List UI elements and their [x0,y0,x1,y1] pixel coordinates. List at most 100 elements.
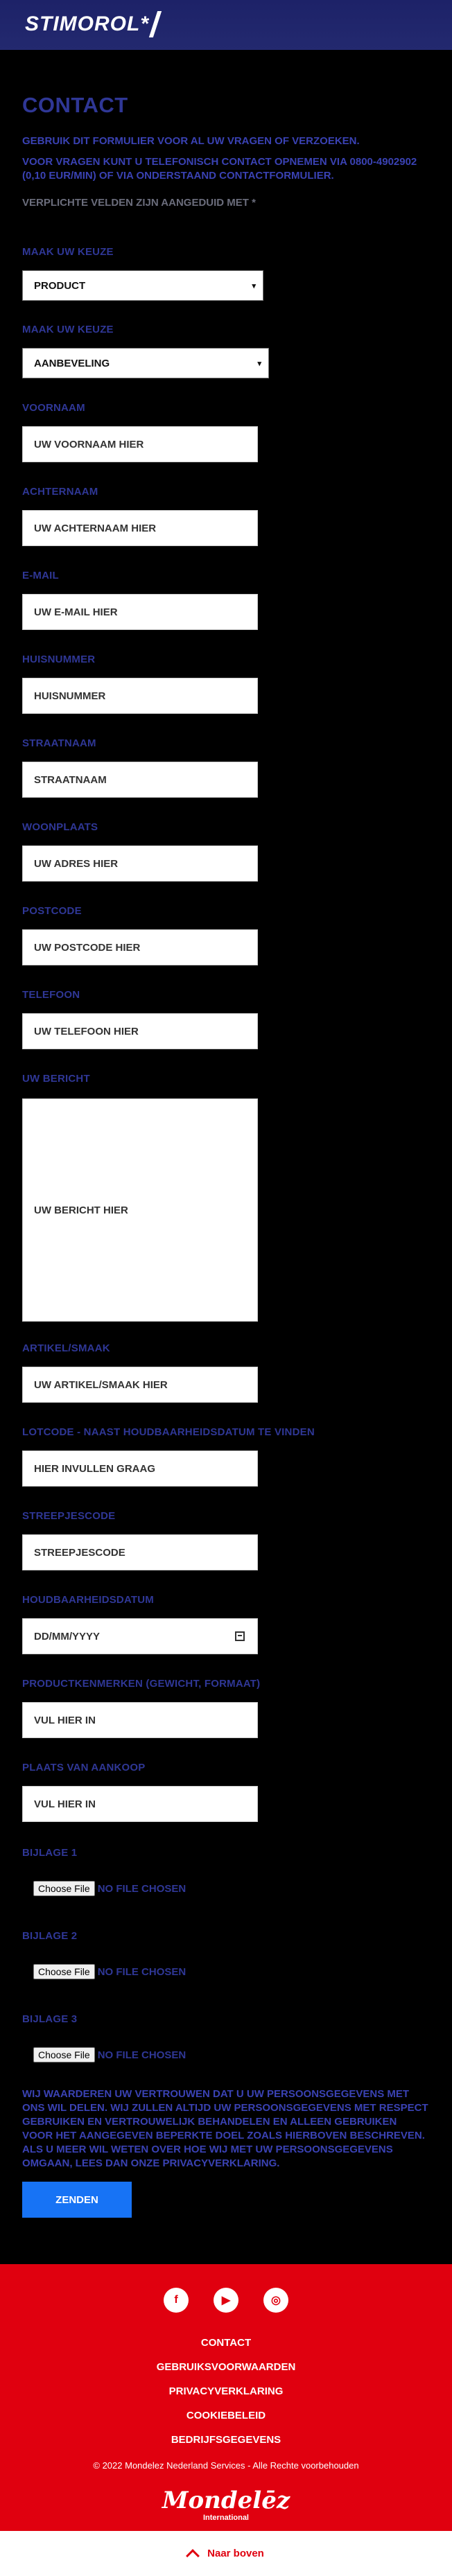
calendar-icon[interactable] [235,1631,245,1641]
select-value: PRODUCT [34,279,86,292]
site-footer: f ▶ ◎ CONTACT GEBRUIKSVOORWAARDEN PRIVAC… [0,2264,452,2531]
postcode-input[interactable]: UW POSTCODE HIER [22,929,258,965]
field-label: STREEPJESCODE [22,1510,116,1522]
bijlage2-field: BIJLAGE 2 Choose File NO FILE CHOSEN [22,1930,186,1979]
file-upload-row: Choose File NO FILE CHOSEN [22,2047,186,2062]
copyright-text: © 2022 Mondelez Nederland Services - All… [93,2460,359,2471]
choose-file-button[interactable]: Choose File [33,1881,95,1896]
streepjescode-input[interactable]: STREEPJESCODE [22,1534,258,1570]
field-label: PLAATS VAN AANKOOP [22,1762,146,1773]
field-label: TELEFOON [22,989,80,1001]
select-category-field: MAAK UW KEUZE PRODUCT ▾ [22,246,263,301]
phone-contact-text: VOOR VRAGEN KUNT U TELEFONISCH CONTACT O… [22,156,417,182]
choose-file-button[interactable]: Choose File [33,2047,95,2062]
email-input[interactable]: UW E-MAIL HIER [22,594,258,630]
voornaam-field: VOORNAAM UW VOORNAAM HIER [22,402,258,462]
productkenmerken-field: PRODUCTKENMERKEN (GEWICHT, FORMAAT) VUL … [22,1678,260,1738]
logo-slash-icon [148,11,162,37]
mondelez-logo: Mondelēz [162,2487,290,2514]
file-status: NO FILE CHOSEN [97,2049,186,2061]
footer-link-terms[interactable]: GEBRUIKSVOORWAARDEN [0,2355,452,2379]
field-label: E-MAIL [22,570,59,581]
field-label: PRODUCTKENMERKEN (GEWICHT, FORMAAT) [22,1678,261,1690]
field-label: LOTCODE - NAAST HOUDBAARHEIDSDATUM TE VI… [22,1426,315,1438]
field-label: MAAK UW KEUZE [22,246,114,258]
houdbaarheidsdatum-field: HOUDBAARHEIDSDATUM DD/MM/YYYY [22,1594,258,1654]
field-label: MAAK UW KEUZE [22,324,114,335]
footer-link-company[interactable]: BEDRIJFSGEGEVENS [0,2428,452,2452]
footer-link-cookies[interactable]: COOKIEBELEID [0,2403,452,2428]
lotcode-input[interactable]: HIER INVULLEN GRAAG [22,1451,258,1487]
field-label: HOUDBAARHEIDSDATUM [22,1594,154,1606]
instagram-icon[interactable]: ◎ [263,2288,288,2313]
page-content: CONTACT GEBRUIK DIT FORMULIER VOOR AL UW… [0,93,452,209]
achternaam-input[interactable]: UW ACHTERNAAM HIER [22,510,258,546]
select-value: AANBEVELING [34,357,110,369]
huisnummer-input[interactable]: HUISNUMMER [22,678,258,714]
field-label: VOORNAAM [22,402,85,414]
plaats-aankoop-field: PLAATS VAN AANKOOP VUL HIER IN [22,1762,258,1822]
youtube-icon[interactable]: ▶ [214,2288,238,2313]
streepjescode-field: STREEPJESCODE STREEPJESCODE [22,1510,258,1570]
bericht-textarea[interactable]: UW BERICHT HIER [22,1098,258,1322]
stimorol-logo[interactable]: STIMOROL * [25,8,162,40]
select-subcategory-field: MAAK UW KEUZE AANBEVELING ▾ [22,324,269,378]
telefoon-input[interactable]: UW TELEFOON HIER [22,1013,258,1049]
productkenmerken-input[interactable]: VUL HIER IN [22,1702,258,1738]
site-header: STIMOROL * [0,0,452,50]
file-upload-row: Choose File NO FILE CHOSEN [22,1964,186,1979]
footer-link-privacy[interactable]: PRIVACYVERKLARING [0,2379,452,2403]
field-label: STRAATNAAM [22,737,96,749]
page-title: CONTACT [22,93,128,117]
submit-button[interactable]: ZENDEN [22,2182,132,2218]
file-status: NO FILE CHOSEN [97,1965,186,1978]
back-to-top-label: Naar boven [207,2548,264,2559]
woonplaats-field: WOONPLAATS UW ADRES HIER [22,821,258,882]
intro-text: GEBRUIK DIT FORMULIER VOOR AL UW VRAGEN … [22,135,360,147]
social-links: f ▶ ◎ [0,2288,452,2313]
houdbaarheidsdatum-input[interactable]: DD/MM/YYYY [22,1618,258,1654]
field-label: ACHTERNAAM [22,486,98,498]
file-status: NO FILE CHOSEN [97,1882,186,1895]
logo-asterisk: * [140,12,150,35]
achternaam-field: ACHTERNAAM UW ACHTERNAAM HIER [22,486,258,546]
postcode-field: POSTCODE UW POSTCODE HIER [22,905,258,965]
bijlage3-field: BIJLAGE 3 Choose File NO FILE CHOSEN [22,2013,186,2062]
huisnummer-field: HUISNUMMER HUISNUMMER [22,654,258,714]
choose-file-button[interactable]: Choose File [33,1964,95,1979]
field-label: BIJLAGE 1 [22,1847,78,1859]
straatnaam-input[interactable]: STRAATNAAM [22,762,258,798]
category-select[interactable]: PRODUCT ▾ [22,270,263,301]
privacy-notice: WIJ WAARDEREN UW VERTROUWEN DAT U UW PER… [22,2088,428,2169]
logo-text: STIMOROL [25,12,141,35]
email-field: E-MAIL UW E-MAIL HIER [22,570,258,630]
back-to-top-bar[interactable]: Naar boven [0,2531,452,2576]
telefoon-field: TELEFOON UW TELEFOON HIER [22,989,258,1049]
field-label: UW BERICHT [22,1073,90,1085]
field-label: BIJLAGE 2 [22,1930,78,1942]
required-fields-note: VERPLICHTE VELDEN ZIJN AANGEDUID MET * [22,197,256,209]
field-label: POSTCODE [22,905,82,917]
date-placeholder: DD/MM/YYYY [34,1630,101,1642]
field-label: BIJLAGE 3 [22,2013,78,2025]
field-label: ARTIKEL/SMAAK [22,1342,110,1354]
chevron-down-icon: ▾ [257,360,261,368]
field-label: HUISNUMMER [22,654,96,665]
lotcode-field: LOTCODE - NAAST HOUDBAARHEIDSDATUM TE VI… [22,1426,315,1487]
file-upload-row: Choose File NO FILE CHOSEN [22,1881,186,1896]
woonplaats-input[interactable]: UW ADRES HIER [22,845,258,882]
chevron-up-icon [186,2548,200,2563]
plaats-aankoop-input[interactable]: VUL HIER IN [22,1786,258,1822]
footer-links: CONTACT GEBRUIKSVOORWAARDEN PRIVACYVERKL… [0,2331,452,2452]
artikel-input[interactable]: UW ARTIKEL/SMAAK HIER [22,1367,258,1403]
footer-link-contact[interactable]: CONTACT [0,2331,452,2355]
artikel-field: ARTIKEL/SMAAK UW ARTIKEL/SMAAK HIER [22,1342,258,1403]
mondelez-logo-subtitle: International [202,2514,249,2522]
bericht-field: UW BERICHT UW BERICHT HIER [22,1073,258,1322]
straatnaam-field: STRAATNAAM STRAATNAAM [22,737,258,798]
subcategory-select[interactable]: AANBEVELING ▾ [22,348,269,378]
chevron-down-icon: ▾ [252,282,256,290]
bijlage1-field: BIJLAGE 1 Choose File NO FILE CHOSEN [22,1847,186,1896]
voornaam-input[interactable]: UW VOORNAAM HIER [22,426,258,462]
facebook-icon[interactable]: f [164,2288,189,2313]
